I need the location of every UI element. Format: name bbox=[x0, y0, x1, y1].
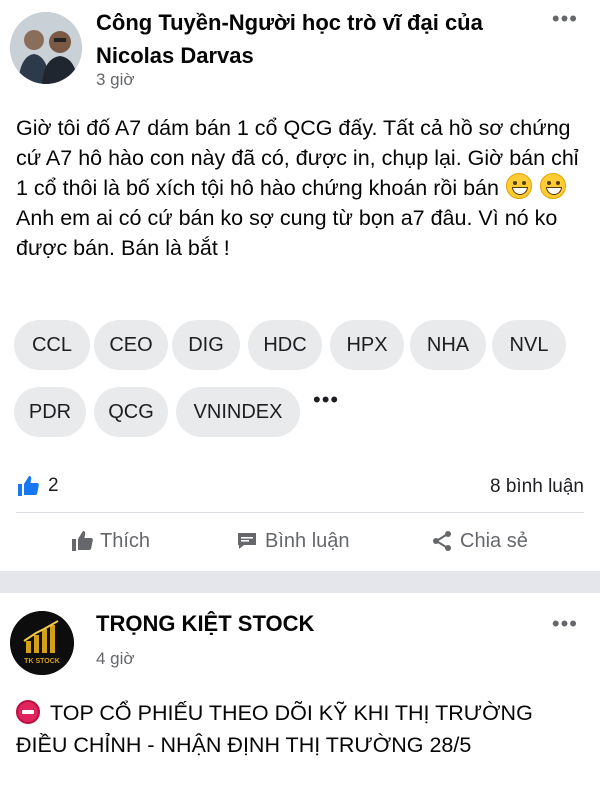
tag-ccl[interactable]: CCL bbox=[14, 320, 90, 370]
stock-tags: CCL CEO DIG HDC HPX NHA NVL PDR QCG VNIN… bbox=[0, 310, 600, 460]
tag-ceo[interactable]: CEO bbox=[94, 320, 168, 370]
grinning-emoji-icon bbox=[539, 173, 566, 199]
svg-text:TK STOCK: TK STOCK bbox=[24, 658, 60, 665]
like-summary[interactable]: 2 bbox=[16, 474, 59, 498]
tag-dig[interactable]: DIG bbox=[172, 320, 240, 370]
tag-qcg[interactable]: QCG bbox=[94, 387, 168, 437]
share-button[interactable]: Chia sẻ bbox=[430, 525, 528, 557]
tag-vnindex[interactable]: VNINDEX bbox=[176, 387, 300, 437]
more-tags-icon[interactable]: ••• bbox=[313, 387, 339, 417]
tag-hdc[interactable]: HDC bbox=[248, 320, 322, 370]
post-body: Giờ tôi đố A7 dám bán 1 cổ QCG đấy. Tất … bbox=[0, 95, 600, 310]
more-options-icon[interactable]: ••• bbox=[552, 611, 578, 637]
author-avatar[interactable]: TK STOCK bbox=[10, 611, 74, 675]
more-options-icon[interactable]: ••• bbox=[552, 6, 578, 32]
reaction-bar: 2 8 bình luận bbox=[0, 460, 600, 512]
post-header: Công Tuyền-Người học trò vĩ đại của Nico… bbox=[0, 0, 600, 95]
post-card: TK STOCK TRỌNG KIỆT STOCK 4 giờ ••• TOP … bbox=[0, 593, 600, 761]
author-name[interactable]: Công Tuyền-Người học trò vĩ đại của Nico… bbox=[96, 6, 536, 72]
no-entry-icon bbox=[16, 700, 40, 724]
comment-icon bbox=[238, 533, 256, 549]
grinning-emoji-icon bbox=[505, 173, 532, 199]
share-icon bbox=[433, 531, 451, 551]
post-text-part1: Giờ tôi đố A7 dám bán 1 cổ QCG đấy. Tất … bbox=[16, 116, 579, 200]
author-avatar[interactable] bbox=[10, 12, 82, 84]
post-text: TOP CỔ PHIẾU THEO DÕI KỸ KHI THỊ TRƯỜNG … bbox=[16, 701, 533, 757]
tag-nha[interactable]: NHA bbox=[410, 320, 486, 370]
comment-count[interactable]: 8 bình luận bbox=[490, 476, 584, 498]
post-header: TK STOCK TRỌNG KIỆT STOCK 4 giờ ••• bbox=[0, 593, 600, 675]
post-time[interactable]: 3 giờ bbox=[96, 70, 135, 90]
post-text-part2: Anh em ai có cứ bán ko sợ cung từ bọn a7… bbox=[16, 206, 558, 260]
tk-stock-logo-icon: TK STOCK bbox=[10, 611, 74, 675]
like-button[interactable]: Thích bbox=[70, 525, 150, 557]
tag-hpx[interactable]: HPX bbox=[330, 320, 404, 370]
tag-pdr[interactable]: PDR bbox=[14, 387, 86, 437]
avatar-photo-icon bbox=[10, 12, 82, 84]
thumb-up-icon bbox=[72, 531, 93, 551]
comment-button[interactable]: Bình luận bbox=[235, 525, 350, 557]
tag-nvl[interactable]: NVL bbox=[492, 320, 566, 370]
author-name[interactable]: TRỌNG KIỆT STOCK bbox=[96, 611, 314, 637]
action-bar: Thích Bình luận Chia sẻ bbox=[0, 513, 600, 571]
post-body: TOP CỔ PHIẾU THEO DÕI KỸ KHI THỊ TRƯỜNG … bbox=[0, 675, 600, 761]
like-label: Thích bbox=[100, 529, 151, 552]
post-time[interactable]: 4 giờ bbox=[96, 649, 135, 669]
post-separator bbox=[0, 571, 600, 593]
comment-label: Bình luận bbox=[265, 529, 350, 552]
like-thumb-icon bbox=[18, 476, 39, 496]
like-count: 2 bbox=[48, 475, 59, 496]
post-card: Công Tuyền-Người học trò vĩ đại của Nico… bbox=[0, 0, 600, 571]
share-label: Chia sẻ bbox=[460, 529, 528, 552]
